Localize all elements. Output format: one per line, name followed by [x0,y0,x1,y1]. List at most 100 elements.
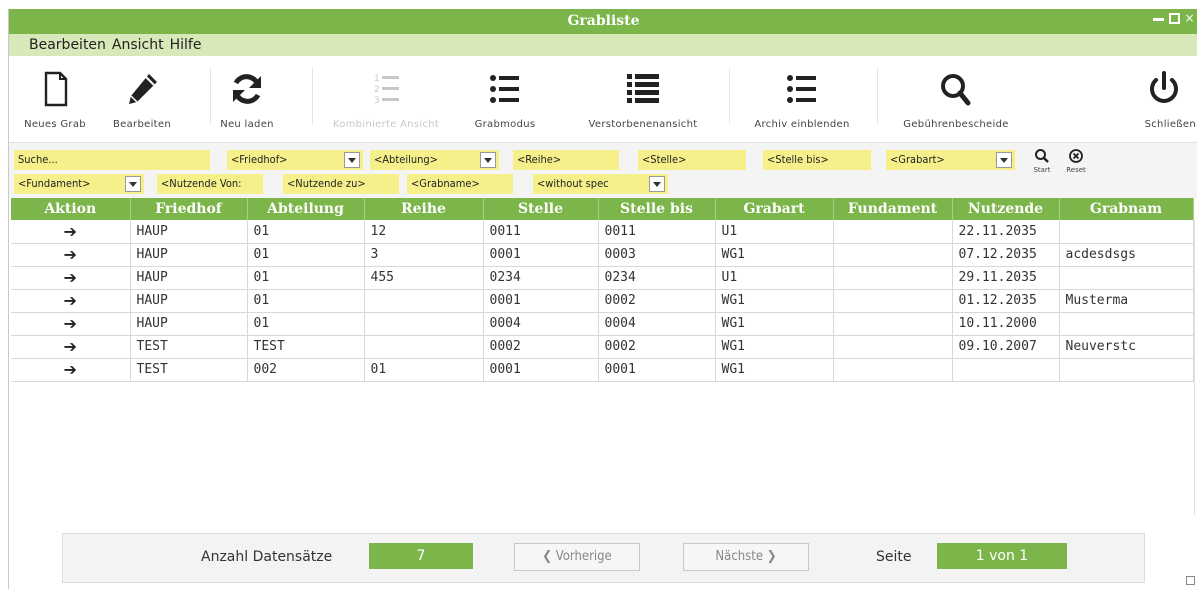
chevron-down-icon[interactable] [344,152,360,168]
reset-button[interactable]: Reset [1061,148,1091,174]
pencil-icon [129,74,157,104]
table-row[interactable]: ➔ HAUP 01 455 0234 0234 U1 29.11.2035 [11,266,1194,290]
deceased-view-button[interactable]: Verstorbenenansicht [564,56,722,142]
cell-grabname [1059,266,1194,290]
page-indicator: 1 von 1 [937,543,1067,569]
search-icon [941,74,971,106]
menu-bar: Bearbeiten Ansicht Hilfe [9,34,1197,56]
fee-notices-button[interactable]: Gebührenbescheide [881,56,1031,142]
minimize-icon[interactable] [1153,12,1166,25]
combined-view-button[interactable]: 1 2 3 Kombinierte Ansicht [314,56,458,142]
new-grave-button[interactable]: Neues Grab [9,56,101,142]
table-row[interactable]: ➔ HAUP 01 0001 0002 WG1 01.12.2035 Muste… [11,289,1194,313]
cell-abteilung: TEST [247,335,365,359]
cell-grabname [1059,312,1194,336]
table-row[interactable]: ➔ TEST 002 01 0001 0001 WG1 [11,358,1194,382]
title-bar: Grabliste × [9,9,1197,34]
start-search-button[interactable]: Start [1027,148,1057,174]
chevron-down-icon[interactable] [649,176,665,192]
open-arrow-icon[interactable]: ➔ [11,243,131,267]
new-document-icon [44,71,68,107]
stelle-input[interactable]: <Stelle> [638,150,746,170]
edit-button[interactable]: Bearbeiten [106,56,178,142]
cell-nutzende: 10.11.2000 [952,312,1060,336]
cell-stelle: 0001 [483,243,599,267]
column-header-fundament[interactable]: Fundament [833,198,953,220]
chevron-down-icon[interactable] [480,152,496,168]
previous-page-button[interactable]: ❮ Vorherige [514,543,640,571]
svg-text:1: 1 [374,74,380,84]
open-arrow-icon[interactable]: ➔ [11,312,131,336]
fundament-select[interactable]: <Fundament> [14,174,144,194]
list-icon [787,75,816,103]
list-icon [627,74,659,103]
menu-hilfe[interactable]: Hilfe [170,37,202,53]
menu-ansicht[interactable]: Ansicht [112,37,164,53]
cell-fundament [833,220,953,244]
menu-bearbeiten[interactable]: Bearbeiten [29,37,106,53]
table-row[interactable]: ➔ TEST TEST 0002 0002 WG1 09.10.2007 Neu… [11,335,1194,359]
search-input[interactable]: Suche... [14,150,210,170]
grave-mode-button[interactable]: Grabmodus [464,56,546,142]
open-arrow-icon[interactable]: ➔ [11,289,131,313]
chevron-down-icon[interactable] [125,176,141,192]
cell-stelle-bis: 0004 [598,312,716,336]
svg-text:2: 2 [374,85,380,95]
refresh-icon [233,74,261,104]
cell-nutzende: 22.11.2035 [952,220,1060,244]
nutzende-zu-input[interactable]: <Nutzende zu> [283,174,399,194]
column-header-abteilung[interactable]: Abteilung [247,198,365,220]
column-header-stelle[interactable]: Stelle [483,198,599,220]
open-arrow-icon[interactable]: ➔ [11,335,131,359]
reload-button[interactable]: Neu laden [213,56,281,142]
table-row[interactable]: ➔ HAUP 01 3 0001 0003 WG1 07.12.2035 acd… [11,243,1194,267]
column-header-nutzende[interactable]: Nutzende [952,198,1060,220]
cell-grabart: WG1 [715,289,834,313]
cell-friedhof: HAUP [130,266,248,290]
table-row[interactable]: ➔ HAUP 01 0004 0004 WG1 10.11.2000 [11,312,1194,336]
grabart-select[interactable]: <Grabart> [886,150,1015,170]
cell-stelle-bis: 0001 [598,358,716,382]
column-header-aktion[interactable]: Aktion [11,198,131,220]
cell-stelle: 0004 [483,312,599,336]
cell-fundament [833,266,953,290]
resize-handle-icon[interactable] [1186,576,1195,585]
nutzende-von-input[interactable]: <Nutzende Von: [157,174,263,194]
column-header-stelle-bis[interactable]: Stelle bis [598,198,716,220]
open-arrow-icon[interactable]: ➔ [11,220,131,244]
cell-stelle-bis: 0234 [598,266,716,290]
page-label: Seite [876,549,912,565]
next-page-button[interactable]: Nächste ❯ [683,543,809,571]
archive-button[interactable]: Archiv einblenden [731,56,873,142]
stelle-bis-input[interactable]: <Stelle bis> [763,150,871,170]
open-arrow-icon[interactable]: ➔ [11,358,131,382]
cell-stelle: 0002 [483,335,599,359]
column-header-friedhof[interactable]: Friedhof [130,198,248,220]
chevron-down-icon[interactable] [996,152,1012,168]
reihe-input[interactable]: <Reihe> [513,150,619,170]
cell-grabname [1059,358,1194,382]
friedhof-select[interactable]: <Friedhof> [227,150,363,170]
cell-nutzende [952,358,1060,382]
column-header-grabart[interactable]: Grabart [715,198,834,220]
open-arrow-icon[interactable]: ➔ [11,266,131,290]
cell-friedhof: TEST [130,358,248,382]
cell-abteilung: 01 [247,243,365,267]
column-header-grabname[interactable]: Grabnam [1059,198,1194,220]
column-header-reihe[interactable]: Reihe [364,198,484,220]
cell-abteilung: 01 [247,220,365,244]
cell-fundament [833,312,953,336]
window-title: Grabliste [567,13,640,29]
cell-stelle: 0001 [483,289,599,313]
without-spec-select[interactable]: <without spec [533,174,668,194]
table-row[interactable]: ➔ HAUP 01 12 0011 0011 U1 22.11.2035 [11,220,1194,244]
table-header: Aktion Friedhof Abteilung Reihe Stelle S… [11,198,1194,220]
grabname-input[interactable]: <Grabname> [407,174,513,194]
cell-grabart: U1 [715,220,834,244]
maximize-icon[interactable] [1169,13,1180,24]
cell-friedhof: TEST [130,335,248,359]
close-window-icon[interactable]: × [1183,12,1196,25]
abteilung-select[interactable]: <Abteilung> [370,150,499,170]
close-button[interactable]: Schließen [1129,56,1197,142]
cell-reihe: 12 [364,220,484,244]
